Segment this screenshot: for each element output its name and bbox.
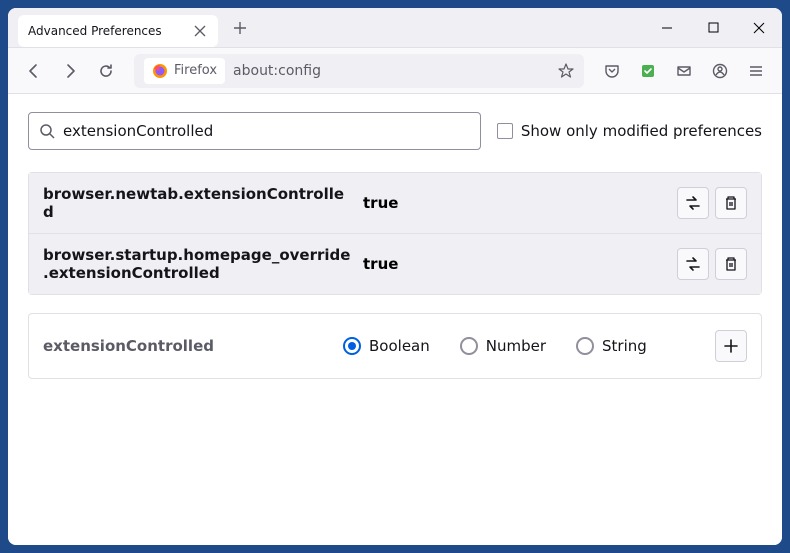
- new-tab-button[interactable]: [226, 14, 254, 42]
- maximize-button[interactable]: [690, 8, 736, 48]
- pref-search-box[interactable]: [28, 112, 481, 150]
- radio-icon: [460, 337, 478, 355]
- reload-button[interactable]: [90, 55, 122, 87]
- account-icon[interactable]: [704, 55, 736, 87]
- tab-title: Advanced Preferences: [28, 24, 192, 38]
- pref-value: true: [363, 194, 667, 212]
- new-pref-row: extensionControlled Boolean Number Strin…: [28, 313, 762, 379]
- url-bar[interactable]: Firefox about:config: [134, 54, 584, 88]
- delete-button[interactable]: [715, 187, 747, 219]
- nav-toolbar: Firefox about:config: [8, 48, 782, 94]
- new-pref-name: extensionControlled: [43, 337, 333, 355]
- pocket-icon[interactable]: [596, 55, 628, 87]
- show-modified-checkbox[interactable]: Show only modified preferences: [497, 122, 762, 140]
- mail-icon[interactable]: [668, 55, 700, 87]
- pref-row[interactable]: browser.startup.homepage_override.extens…: [29, 234, 761, 294]
- search-row: Show only modified preferences: [28, 112, 762, 150]
- type-radio-group: Boolean Number String: [343, 337, 705, 355]
- firefox-icon: [152, 63, 168, 79]
- close-button[interactable]: [736, 8, 782, 48]
- extension-icon[interactable]: [632, 55, 664, 87]
- radio-icon: [576, 337, 594, 355]
- pref-actions: [677, 248, 747, 280]
- radio-icon: [343, 337, 361, 355]
- identity-label: Firefox: [174, 63, 217, 78]
- show-modified-label: Show only modified preferences: [521, 122, 762, 140]
- titlebar: Advanced Preferences: [8, 8, 782, 48]
- window-controls: [644, 8, 782, 48]
- bookmark-star-icon[interactable]: [558, 63, 574, 79]
- radio-label: Number: [486, 337, 546, 355]
- pref-row[interactable]: browser.newtab.extensionControlled true: [29, 173, 761, 234]
- radio-number[interactable]: Number: [460, 337, 546, 355]
- pref-list: browser.newtab.extensionControlled true …: [28, 172, 762, 295]
- close-icon[interactable]: [192, 23, 208, 39]
- menu-icon[interactable]: [740, 55, 772, 87]
- forward-button[interactable]: [54, 55, 86, 87]
- minimize-button[interactable]: [644, 8, 690, 48]
- pref-value: true: [363, 255, 667, 273]
- browser-tab[interactable]: Advanced Preferences: [18, 15, 218, 47]
- radio-label: Boolean: [369, 337, 430, 355]
- browser-window: Advanced Preferences: [8, 8, 782, 545]
- url-text: about:config: [233, 63, 550, 79]
- identity-box[interactable]: Firefox: [144, 58, 225, 84]
- pref-name: browser.newtab.extensionControlled: [43, 185, 353, 221]
- add-button[interactable]: [715, 330, 747, 362]
- pref-search-input[interactable]: [63, 122, 470, 140]
- toggle-button[interactable]: [677, 248, 709, 280]
- radio-string[interactable]: String: [576, 337, 647, 355]
- radio-boolean[interactable]: Boolean: [343, 337, 430, 355]
- checkbox-icon: [497, 123, 513, 139]
- pref-name: browser.startup.homepage_override.extens…: [43, 246, 353, 282]
- pref-actions: [677, 187, 747, 219]
- radio-label: String: [602, 337, 647, 355]
- search-icon: [39, 123, 55, 139]
- delete-button[interactable]: [715, 248, 747, 280]
- about-config-content: Show only modified preferences browser.n…: [8, 94, 782, 545]
- back-button[interactable]: [18, 55, 50, 87]
- toggle-button[interactable]: [677, 187, 709, 219]
